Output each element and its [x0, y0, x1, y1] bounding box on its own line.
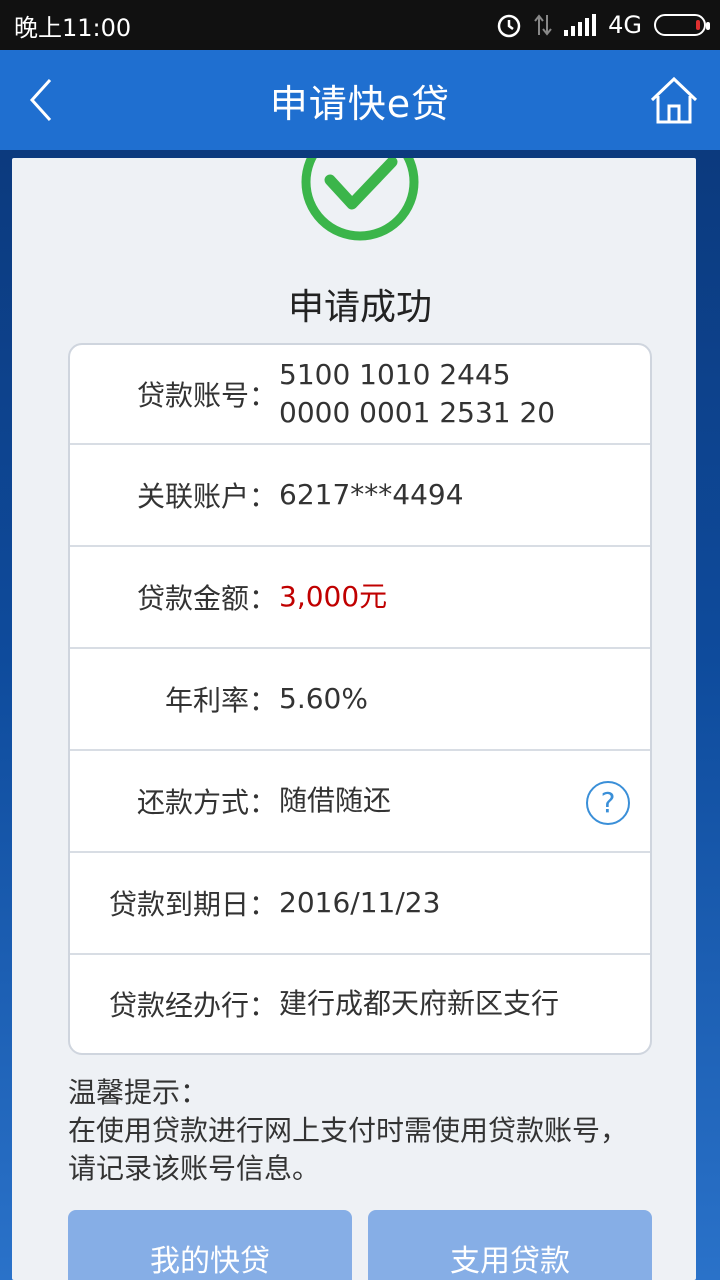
- detail-label: 贷款到期日：: [108, 888, 277, 921]
- page-title: 申请快e贷: [269, 81, 451, 126]
- detail-value: 5.60%: [279, 682, 368, 715]
- tip-box: 温馨提示： 在使用贷款进行网上支付时需使用贷款账号，请记录该账号信息。: [68, 1074, 652, 1188]
- detail-row-due-date: 贷款到期日： 2016/11/23: [70, 853, 650, 955]
- status-time: 晚上11:00: [14, 13, 132, 42]
- my-loan-button[interactable]: 我的快贷: [68, 1210, 352, 1280]
- status-bar: 晚上11:00 4G: [0, 0, 720, 50]
- detail-row-annual-rate: 年利率： 5.60%: [70, 649, 650, 751]
- detail-row-loan-account: 贷款账号： 5100 1010 2445 0000 0001 2531 20: [70, 345, 650, 445]
- detail-label: 贷款经办行：: [108, 989, 277, 1022]
- status-icons: 4G: [496, 11, 710, 39]
- detail-label: 贷款账号：: [136, 379, 277, 412]
- detail-row-branch: 贷款经办行： 建行成都天府新区支行: [70, 955, 650, 1053]
- use-loan-button[interactable]: 支用贷款: [368, 1210, 652, 1280]
- loan-details-table: 贷款账号： 5100 1010 2445 0000 0001 2531 20 关…: [68, 343, 652, 1055]
- help-icon[interactable]: ?: [586, 781, 630, 825]
- back-icon[interactable]: [22, 74, 62, 126]
- home-icon[interactable]: [648, 74, 700, 126]
- detail-value: 2016/11/23: [279, 886, 441, 919]
- detail-value: 5100 1010 2445 0000 0001 2531 20: [279, 358, 556, 429]
- tip-title: 温馨提示：: [68, 1076, 209, 1109]
- alarm-icon: [497, 14, 521, 38]
- nav-bar: 申请快e贷: [0, 50, 720, 150]
- detail-label: 贷款金额：: [136, 582, 277, 615]
- detail-row-linked-account: 关联账户： 6217***4494: [70, 445, 650, 547]
- detail-label: 年利率：: [164, 684, 277, 717]
- detail-row-repayment-method: 还款方式： 随借随还 ?: [70, 751, 650, 853]
- signal-icon: [564, 14, 597, 36]
- network-type: 4G: [608, 11, 642, 39]
- detail-label: 还款方式：: [136, 786, 277, 819]
- success-title: 申请成功: [287, 287, 432, 328]
- data-transfer-icon: [534, 14, 552, 36]
- success-check-icon: [301, 158, 419, 241]
- tip-text: 在使用贷款进行网上支付时需使用贷款账号，请记录该账号信息。: [68, 1114, 629, 1185]
- detail-row-loan-amount: 贷款金额： 3,000元: [70, 547, 650, 649]
- detail-value: 建行成都天府新区支行: [279, 987, 560, 1020]
- battery-icon: [654, 14, 710, 36]
- detail-label: 关联账户：: [136, 480, 277, 513]
- detail-value: 6217***4494: [279, 478, 464, 511]
- detail-value: 3,000元: [279, 580, 388, 613]
